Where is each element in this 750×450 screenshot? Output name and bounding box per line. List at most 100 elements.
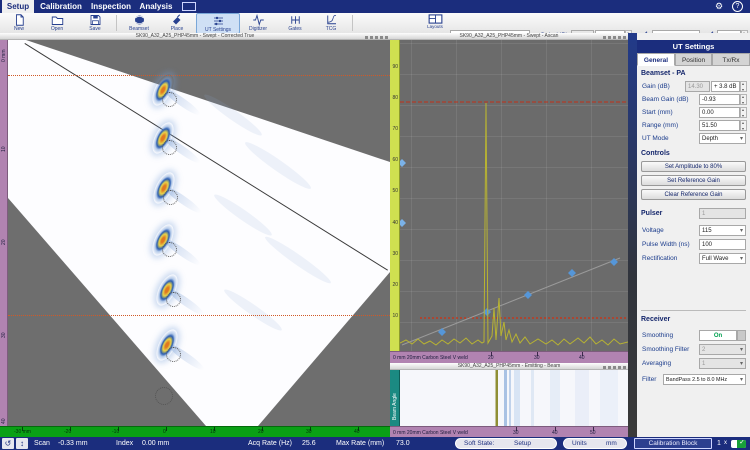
ascan-amplitude-ruler[interactable]: 90 80 70 60 50 40 30 20 10 (390, 40, 400, 351)
sscan-title-bar[interactable]: SK90_A32_A25_PHP45mm - Swept - Corrected… (0, 33, 390, 40)
units-pill[interactable]: Units mm (563, 438, 627, 449)
tcg-label: TCG (326, 26, 337, 32)
calibration-block-button[interactable]: Calibration Block (634, 438, 712, 449)
tcg-button[interactable]: TCG (314, 13, 348, 32)
start-field[interactable]: 0.00 (699, 107, 740, 118)
set-amplitude-button[interactable]: Set Amplitude to 80% (641, 161, 746, 172)
ut-mode-select[interactable]: Depth (699, 133, 746, 144)
place-button[interactable]: Place (160, 13, 194, 32)
application-window: Setup Calibration Inspection Analysis ⚙ … (0, 0, 750, 450)
ascan-trace-svg (400, 40, 628, 351)
smoothing-toggle[interactable]: On (699, 330, 737, 341)
reset-icon[interactable]: ↺ (2, 438, 14, 449)
updown-icon[interactable]: ↕ (16, 438, 28, 449)
sscan-gate-b[interactable] (8, 315, 390, 316)
ruler-label: 40 (1, 418, 7, 424)
connection-toggle-icon[interactable] (731, 440, 746, 448)
beamset-button[interactable]: Beamset (120, 13, 158, 32)
ruler-label: 30 (1, 332, 7, 338)
monitor-x: x (724, 437, 727, 450)
sscan-scan-ruler[interactable]: -30 mm -20 -10 0 10 20 30 40 (0, 426, 390, 437)
sscan-gate-a[interactable] (8, 75, 390, 76)
ruler-label: 50 (392, 188, 398, 194)
menu-analysis[interactable]: Analysis (136, 0, 176, 13)
beam-title-bar[interactable]: SK90_A32_A25_PHP45mm - Emitting - Beam (390, 363, 628, 370)
tcg-point (524, 291, 532, 299)
ruler-label: -20 (64, 429, 71, 435)
ruler-label: 30 (513, 430, 519, 436)
smoothing-label: Smoothing (642, 332, 673, 339)
gates-button[interactable]: Gates (278, 13, 312, 32)
gain-spinner[interactable] (740, 81, 747, 92)
layouts-button[interactable]: Layouts (422, 13, 448, 32)
filter-select[interactable]: BandPass 2.5 to 8.0 MHz (663, 374, 746, 385)
smoothing-filter-select: 2 (699, 344, 746, 355)
layout-shortcut-icon[interactable] (182, 2, 196, 11)
clear-reference-gain-button[interactable]: Clear Reference Gain (641, 189, 746, 200)
menu-calibration[interactable]: Calibration (36, 0, 86, 13)
ruler-label: 20 (1, 239, 7, 245)
menu-inspection[interactable]: Inspection (88, 0, 134, 13)
ascan-plot[interactable] (400, 40, 628, 351)
averaging-select: 1 (699, 358, 746, 369)
index-label: Index (116, 437, 133, 450)
layouts-icon (428, 14, 443, 24)
range-spinner[interactable] (740, 120, 747, 131)
beam-axis-ruler[interactable]: Beam Angle (390, 370, 400, 426)
toolbar: New Open Save Beamset Place UT Settings … (0, 13, 750, 34)
material-label: 0 mm 20mm Carbon Steel V weld (393, 355, 468, 361)
indication-marker-circle (155, 387, 173, 405)
ascan-title: SK90_A32_A25_PHP45mm - Swept - Ascan (460, 33, 559, 39)
ascan-title-bar[interactable]: SK90_A32_A25_PHP45mm - Swept - Ascan (390, 33, 628, 40)
indication-marker-circle (162, 92, 177, 107)
digitizer-button[interactable]: Digitizer (240, 13, 276, 32)
panel-splitter[interactable] (628, 33, 637, 437)
digitizer-label: Digitizer (249, 26, 267, 32)
range-label: Range (mm) (642, 122, 678, 129)
ruler-label: 80 (392, 95, 398, 101)
beam-gain-spinner[interactable] (740, 94, 747, 105)
averaging-label: Averaging (642, 360, 671, 367)
open-button[interactable]: Open (40, 13, 74, 32)
tab-txrx[interactable]: Tx/Rx (712, 53, 750, 66)
ruler-label: -10 (112, 429, 119, 435)
ruler-label: 50 (590, 430, 596, 436)
ruler-label: 20 (488, 355, 494, 361)
ut-settings-button[interactable]: UT Settings (196, 13, 240, 34)
units-label: Units (572, 439, 587, 448)
pulse-width-field[interactable]: 100 (699, 239, 746, 250)
menu-setup[interactable]: Setup (2, 0, 34, 13)
material-label: 0 mm 20mm Carbon Steel V weld (393, 430, 468, 436)
ascan-depth-ruler[interactable]: 0 mm 20mm Carbon Steel V weld 20 30 40 (390, 351, 628, 363)
soft-state-value: Setup (514, 439, 531, 448)
sscan-image[interactable] (8, 40, 390, 426)
smoothing-toggle-nub[interactable] (737, 330, 746, 341)
sscan-depth-ruler[interactable]: 0 mm 10 20 30 40 (0, 40, 8, 426)
save-label: Save (89, 26, 100, 32)
beam-view: SK90_A32_A25_PHP45mm - Emitting - Beam B… (390, 363, 628, 437)
tcg-curve-icon (325, 14, 338, 26)
tab-general[interactable]: General (637, 53, 675, 66)
tab-position[interactable]: Position (675, 53, 712, 66)
set-reference-gain-button[interactable]: Set Reference Gain (641, 175, 746, 186)
indication-marker-circle (162, 140, 177, 155)
beam-gain-field[interactable]: -0.93 (699, 94, 740, 105)
start-spinner[interactable] (740, 107, 747, 118)
beamset-section-heading: Beamset - PA (641, 70, 686, 77)
gain-step-field[interactable]: + 3.8 dB (711, 81, 740, 92)
save-button[interactable]: Save (78, 13, 112, 32)
new-button[interactable]: New (2, 13, 36, 32)
ruler-label: 0 mm (1, 50, 7, 63)
range-field[interactable]: 51.50 (699, 120, 740, 131)
gear-icon[interactable]: ⚙ (715, 1, 723, 12)
soft-state-pill[interactable]: Soft State: Setup (455, 438, 557, 449)
voltage-select[interactable]: 115 (699, 225, 746, 236)
toolbar-separator (116, 15, 117, 31)
units-value: mm (606, 439, 617, 448)
tcg-curve-line (402, 258, 620, 345)
rectification-select[interactable]: Full Wave (699, 253, 746, 264)
help-icon[interactable]: ? (732, 1, 743, 12)
indication-marker-circle (166, 347, 181, 362)
save-floppy-icon (89, 14, 102, 26)
beam-plot[interactable] (400, 370, 628, 426)
